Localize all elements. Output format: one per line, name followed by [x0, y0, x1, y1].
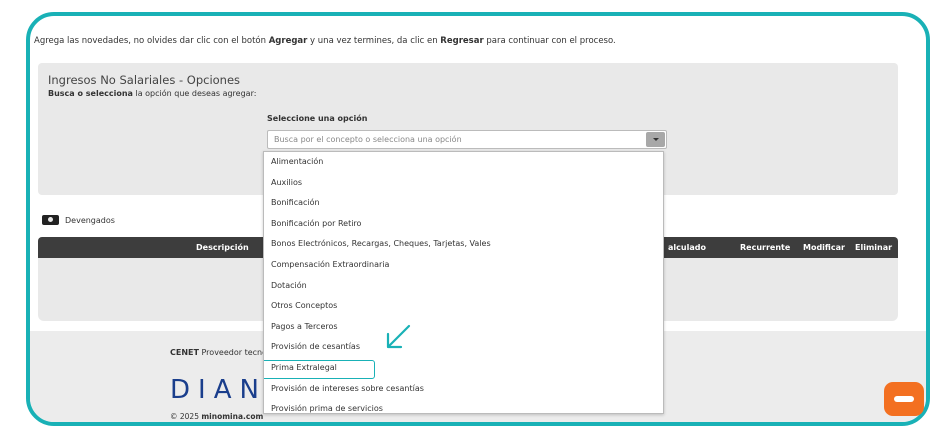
pointer-arrow-icon	[386, 324, 411, 349]
column-recurrente: Recurrente	[740, 243, 791, 252]
panel-subtitle: Busca o selecciona la opción que deseas …	[48, 89, 257, 98]
option-alimentacion[interactable]: Alimentación	[264, 152, 663, 173]
option-provision-intereses-cesantias[interactable]: Provisión de intereses sobre cesantías	[264, 379, 663, 400]
option-bonificacion[interactable]: Bonificación	[264, 193, 663, 214]
chevron-down-icon[interactable]	[646, 132, 665, 147]
column-modificar: Modificar	[803, 243, 845, 252]
column-eliminar: Eliminar	[855, 243, 893, 252]
option-dotacion[interactable]: Dotación	[264, 276, 663, 297]
option-provision-cesantias[interactable]: Provisión de cesantías	[264, 337, 663, 358]
devengados-label: Devengados	[65, 215, 115, 225]
option-bonos-electronicos[interactable]: Bonos Electrónicos, Recargas, Cheques, T…	[264, 234, 663, 255]
option-auxilios[interactable]: Auxilios	[264, 173, 663, 194]
instruction-text: Agrega las novedades, no olvides dar cli…	[34, 36, 616, 46]
option-bonificacion-retiro[interactable]: Bonificación por Retiro	[264, 214, 663, 235]
column-descripcion: Descripción	[196, 243, 249, 252]
option-otros-conceptos[interactable]: Otros Conceptos	[264, 296, 663, 317]
devengados-section: Devengados	[42, 215, 115, 225]
footer-provider: CENET Proveedor tecno	[170, 348, 267, 357]
money-icon	[42, 215, 59, 225]
option-pagos-terceros[interactable]: Pagos a Terceros	[264, 317, 663, 338]
panel-title: Ingresos No Salariales - Opciones	[48, 73, 241, 87]
chat-button[interactable]	[884, 382, 924, 416]
footer-copyright: © 2025 minomina.com	[170, 412, 264, 421]
column-calculado: alculado	[668, 243, 706, 252]
option-compensacion-extraordinaria[interactable]: Compensación Extraordinaria	[264, 255, 663, 276]
select-placeholder: Busca por el concepto o selecciona una o…	[274, 135, 462, 144]
option-prima-extralegal[interactable]: Prima Extralegal	[264, 358, 663, 379]
dian-logo: DIAN	[170, 375, 267, 405]
option-provision-prima-servicios[interactable]: Provisión prima de servicios	[264, 399, 663, 413]
options-dropdown[interactable]: Alimentación Auxilios Bonificación Bonif…	[263, 151, 664, 414]
select-label: Seleccione una opción	[267, 114, 368, 123]
concept-select[interactable]: Busca por el concepto o selecciona una o…	[267, 130, 667, 149]
